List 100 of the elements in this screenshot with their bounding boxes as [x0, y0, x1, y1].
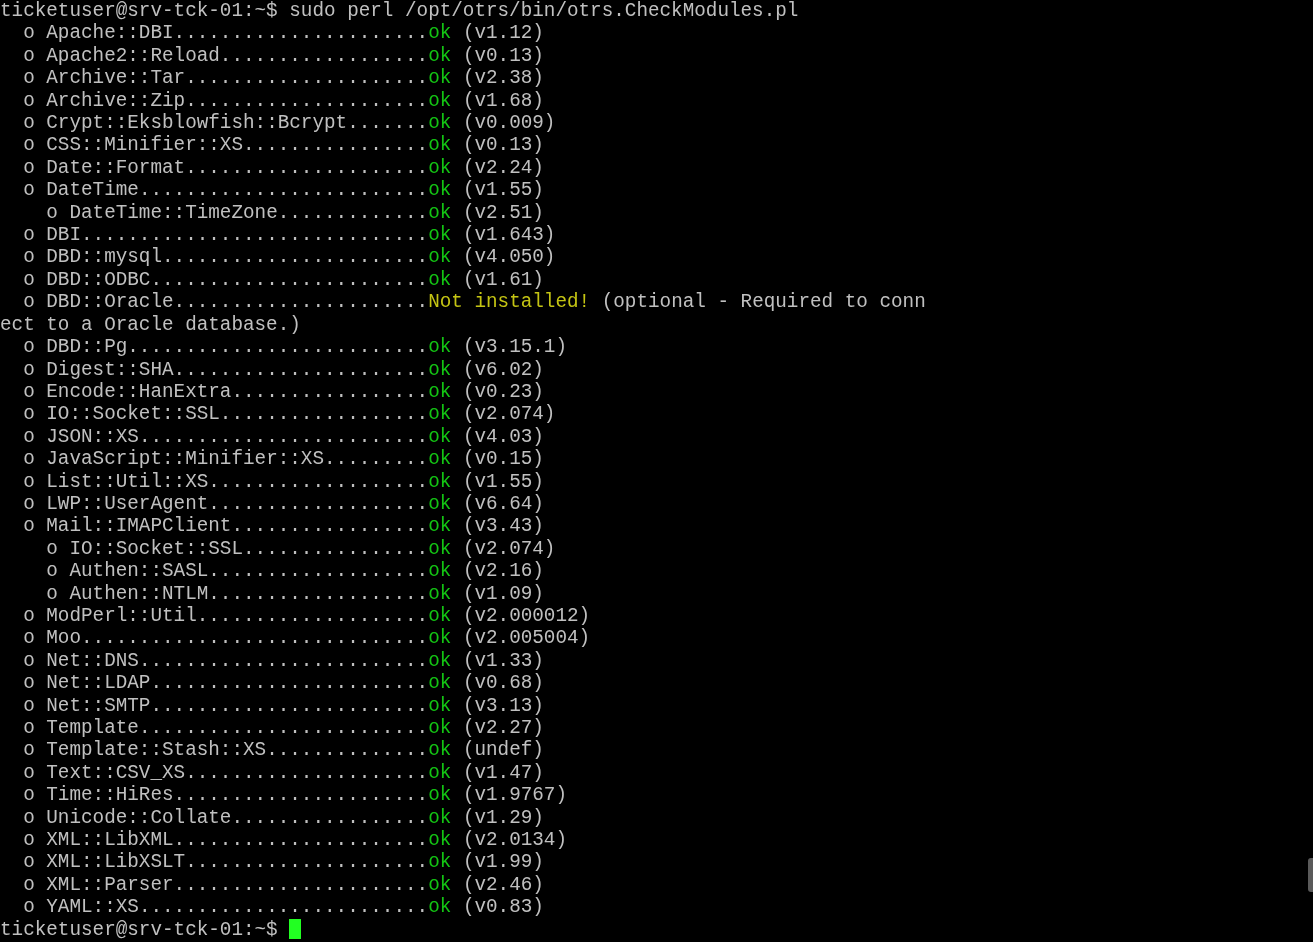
version-text: (v2.0134) [462, 829, 567, 852]
dot-leader: ...................... [173, 784, 429, 807]
module-name: Digest::SHA [46, 358, 174, 381]
version-text: (v6.02) [462, 358, 544, 381]
module-name: DateTime::TimeZone [69, 201, 278, 224]
module-name: DBD::Pg [46, 336, 128, 359]
dot-leader: ................... [208, 492, 429, 515]
status-text: ok [428, 448, 452, 471]
status-text: ok [428, 717, 452, 739]
module-name: CSS::Minifier::XS [46, 134, 243, 157]
list-bullet: o [23, 627, 35, 650]
status-text: ok [428, 22, 452, 45]
version-text: (v0.15) [462, 448, 544, 471]
version-text: (v0.13) [462, 44, 544, 67]
status-text: ok [428, 739, 452, 762]
dot-leader: ............. [277, 201, 429, 224]
dot-leader: ................... [208, 560, 429, 583]
list-bullet: o [46, 201, 58, 224]
status-text: ok [428, 425, 452, 448]
dot-leader: ................. [231, 515, 429, 538]
status-text: ok [428, 672, 452, 695]
version-text: (v1.33) [462, 649, 544, 672]
dot-leader: ................. [231, 806, 429, 829]
version-text: (v1.643) [462, 224, 556, 247]
version-text: (v0.68) [462, 672, 544, 695]
version-text: (v2.27) [462, 717, 544, 739]
module-name: LWP::UserAgent [46, 492, 209, 515]
list-bullet: o [23, 134, 35, 157]
dot-leader: ..................... [185, 851, 429, 874]
list-bullet: o [23, 717, 35, 739]
list-bullet: o [23, 873, 35, 896]
version-text: (v2.24) [462, 156, 544, 179]
list-bullet: o [23, 112, 35, 135]
list-bullet: o [23, 336, 35, 359]
module-name: Archive::Tar [46, 67, 186, 90]
list-bullet: o [46, 560, 58, 583]
version-text: (v0.83) [462, 896, 544, 919]
module-name: Date::Format [46, 156, 186, 179]
dot-leader: ....................... [162, 246, 429, 269]
status-text: ok [428, 582, 452, 605]
list-bullet: o [23, 156, 35, 179]
list-bullet: o [23, 44, 35, 67]
module-name: DBD::mysql [46, 246, 162, 269]
status-text: ok [428, 336, 452, 359]
dot-leader: ......................... [138, 179, 429, 202]
status-text: ok [428, 179, 452, 202]
module-name: Apache2::Reload [46, 44, 220, 67]
module-name: Mail::IMAPClient [46, 515, 232, 538]
module-name: Time::HiRes [46, 784, 174, 807]
list-bullet: o [23, 380, 35, 403]
dot-leader: ................... [208, 470, 429, 493]
version-text: (v2.46) [462, 873, 544, 896]
module-name: Apache::DBI [46, 22, 174, 45]
version-text: (v1.09) [462, 582, 544, 605]
shell-prompt: ticketuser@srv-tck-01:~$ [0, 0, 278, 22]
list-bullet: o [46, 537, 58, 560]
module-name: Net::LDAP [46, 672, 151, 695]
version-text: (v2.38) [462, 67, 544, 90]
version-text: (v2.51) [462, 201, 544, 224]
list-bullet: o [23, 179, 35, 202]
module-name: XML::Parser [46, 873, 174, 896]
module-name: JavaScript::Minifier::XS [46, 448, 324, 471]
list-bullet: o [23, 604, 35, 627]
status-text: ok [428, 44, 452, 67]
dot-leader: .................. [219, 403, 429, 426]
module-name: Text::CSV_XS [46, 761, 186, 784]
scrollbar-thumb[interactable] [1308, 858, 1313, 892]
list-bullet: o [23, 694, 35, 717]
list-bullet: o [23, 403, 35, 426]
version-text: (v6.64) [462, 492, 544, 515]
version-text: (v0.13) [462, 134, 544, 157]
version-text: (v1.68) [462, 89, 544, 112]
list-bullet: o [23, 492, 35, 515]
module-name: Archive::Zip [46, 89, 186, 112]
list-bullet: o [23, 672, 35, 695]
list-bullet: o [23, 470, 35, 493]
status-text: ok [428, 560, 452, 583]
dot-leader: ................ [243, 537, 429, 560]
status-text: ok [428, 492, 452, 515]
version-text: (v1.55) [462, 470, 544, 493]
module-name: ModPerl::Util [46, 604, 197, 627]
status-text: ok [428, 380, 452, 403]
status-text: ok [428, 134, 452, 157]
dot-leader: ......................... [138, 717, 429, 739]
version-text: (v4.03) [462, 425, 544, 448]
dot-leader: .................. [219, 44, 429, 67]
dot-leader: .............................. [81, 627, 429, 650]
status-text: ok [428, 246, 452, 269]
dot-leader: ................. [231, 380, 429, 403]
cursor-block [289, 918, 301, 939]
version-text: (v2.16) [462, 560, 544, 583]
dot-leader: ........................ [150, 694, 429, 717]
module-name: List::Util::XS [46, 470, 209, 493]
dot-leader: ..................... [185, 761, 429, 784]
module-name: YAML::XS [46, 896, 139, 919]
status-text: ok [428, 829, 452, 852]
version-text: (v2.074) [462, 403, 556, 426]
status-text: ok [428, 112, 452, 135]
version-text: (v1.99) [462, 851, 544, 874]
module-name: IO::Socket::SSL [69, 537, 243, 560]
